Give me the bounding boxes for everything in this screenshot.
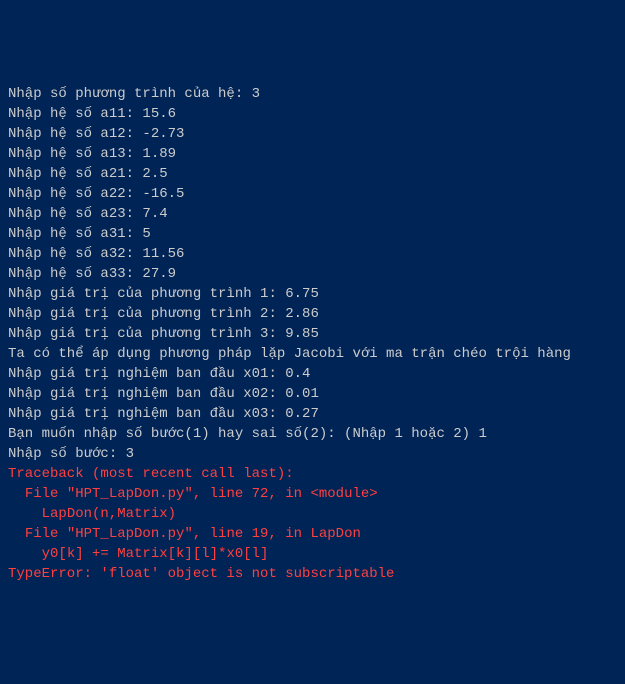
output-line: Nhập hệ số a13: 1.89 bbox=[8, 144, 617, 164]
error-line: File "HPT_LapDon.py", line 72, in <modul… bbox=[8, 484, 617, 504]
output-line: Nhập hệ số a31: 5 bbox=[8, 224, 617, 244]
output-line: Nhập hệ số a22: -16.5 bbox=[8, 184, 617, 204]
error-line: File "HPT_LapDon.py", line 19, in LapDon bbox=[8, 524, 617, 544]
terminal-output: Nhập số phương trình của hệ: 3Nhập hệ số… bbox=[8, 84, 617, 584]
output-line: Nhập hệ số a33: 27.9 bbox=[8, 264, 617, 284]
error-line: LapDon(n,Matrix) bbox=[8, 504, 617, 524]
output-line: Nhập số bước: 3 bbox=[8, 444, 617, 464]
output-line: Nhập giá trị của phương trình 3: 9.85 bbox=[8, 324, 617, 344]
output-line: Nhập hệ số a21: 2.5 bbox=[8, 164, 617, 184]
output-line: Nhập giá trị nghiệm ban đầu x03: 0.27 bbox=[8, 404, 617, 424]
error-line: TypeError: 'float' object is not subscri… bbox=[8, 564, 617, 584]
output-line: Nhập hệ số a12: -2.73 bbox=[8, 124, 617, 144]
output-line: Nhập hệ số a11: 15.6 bbox=[8, 104, 617, 124]
output-line: Nhập giá trị của phương trình 2: 2.86 bbox=[8, 304, 617, 324]
error-line: y0[k] += Matrix[k][l]*x0[l] bbox=[8, 544, 617, 564]
output-line: Nhập hệ số a23: 7.4 bbox=[8, 204, 617, 224]
output-line: Nhập giá trị nghiệm ban đầu x01: 0.4 bbox=[8, 364, 617, 384]
output-line: Nhập số phương trình của hệ: 3 bbox=[8, 84, 617, 104]
error-line: Traceback (most recent call last): bbox=[8, 464, 617, 484]
output-line: Nhập giá trị nghiệm ban đầu x02: 0.01 bbox=[8, 384, 617, 404]
output-line: Nhập giá trị của phương trình 1: 6.75 bbox=[8, 284, 617, 304]
output-line: Ta có thể áp dụng phương pháp lặp Jacobi… bbox=[8, 344, 617, 364]
output-line: Bạn muốn nhập số bước(1) hay sai số(2): … bbox=[8, 424, 617, 444]
output-line: Nhập hệ số a32: 11.56 bbox=[8, 244, 617, 264]
